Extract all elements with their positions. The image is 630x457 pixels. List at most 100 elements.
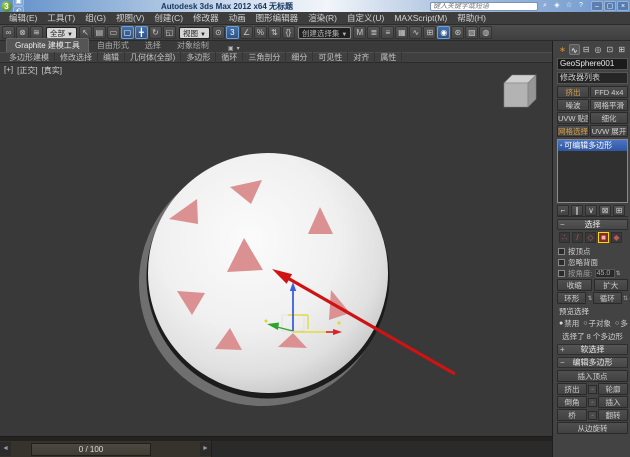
viewport-shading-label[interactable]: [真实] — [42, 65, 62, 76]
ribbon-panel-3[interactable]: 几何体(全部) — [125, 52, 181, 63]
bridge-button[interactable]: 桥 — [557, 409, 587, 421]
rollout-header-edit-polygons[interactable]: − 编辑多边形 — [557, 357, 628, 368]
rollout-header-selection[interactable]: − 选择 — [557, 219, 628, 230]
element-subobject-icon[interactable]: ◆ — [611, 232, 622, 243]
ribbon-tab-2[interactable]: 选择 — [137, 39, 169, 52]
ribbon-panel-1[interactable]: 修改选择 — [55, 52, 98, 63]
named-selection-sets-dropdown[interactable]: 创建选择集▼ — [298, 27, 351, 39]
menu-item-0[interactable]: 编辑(E) — [4, 12, 42, 24]
grow-button[interactable]: 扩大 — [594, 279, 629, 291]
stack-visibility-icon[interactable]: ▪ — [560, 143, 562, 149]
viewport-menu-plus[interactable]: [+] — [4, 65, 13, 76]
reference-coordinate-system-dropdown[interactable]: 视图▼ — [179, 27, 210, 39]
ring-button[interactable]: 环形 — [557, 292, 586, 304]
modifier-button-meshselect[interactable]: 网格选择 — [557, 125, 589, 137]
select-and-move[interactable]: ╋ — [135, 26, 148, 39]
make-unique-icon[interactable]: ∨ — [585, 205, 597, 216]
by-vertex-checkbox-row[interactable]: 按顶点 — [558, 246, 628, 257]
tab-modify-icon[interactable]: ∿ — [569, 44, 580, 55]
radio-multiple[interactable]: ○ 多个 — [615, 318, 628, 329]
search-icon[interactable]: ⌕ — [540, 1, 550, 11]
tab-utilities-icon[interactable]: ⊞ — [616, 44, 627, 55]
ribbon-tab-3[interactable]: 对象绘制 — [169, 39, 217, 52]
menu-item-5[interactable]: 修改器 — [188, 12, 224, 24]
loop-spinner[interactable]: ⇅ — [623, 295, 628, 302]
bevel-button[interactable]: 倒角 — [557, 396, 587, 408]
perspective-viewport[interactable]: [+] [正交] [真实] — [0, 63, 552, 436]
spinner-snap-toggle[interactable]: ⇅ — [268, 26, 281, 39]
material-editor[interactable]: ◉ — [437, 26, 450, 39]
edge-subobject-icon[interactable]: / — [572, 232, 583, 243]
modifier-stack-list[interactable]: ▪ 可编辑多边形 — [557, 139, 628, 203]
select-and-uniform-scale[interactable]: ◱ — [163, 26, 176, 39]
extrude-button[interactable]: 挤出 — [557, 383, 587, 395]
pin-stack-icon[interactable]: ⌐ — [557, 205, 569, 216]
window-crossing-toggle[interactable]: ▢ — [121, 26, 134, 39]
time-slider-handle[interactable]: 0 / 100 — [31, 443, 151, 456]
chevron-down-icon[interactable]: ▾ — [237, 45, 240, 52]
configure-modifier-sets-icon[interactable]: ⊞ — [613, 205, 625, 216]
align[interactable]: ≣ — [367, 26, 380, 39]
help-icon[interactable]: ? — [576, 1, 586, 11]
select-and-rotate[interactable]: ↻ — [149, 26, 162, 39]
ribbon-panel-9[interactable]: 对齐 — [348, 52, 375, 63]
radio-disable[interactable]: ● 禁用 — [559, 318, 579, 329]
modifier-button-unwrap-uvw[interactable]: UVW 展开 — [590, 125, 628, 137]
by-angle-checkbox[interactable] — [558, 270, 565, 277]
ribbon-minimize-icon[interactable]: ▣ — [228, 45, 234, 52]
object-name-field[interactable]: GeoSphere001 — [557, 58, 628, 70]
ring-spinner[interactable]: ⇅ — [587, 295, 592, 302]
polygon-subobject-icon[interactable]: ■ — [598, 232, 609, 243]
angle-snap-toggle[interactable]: ∠ — [240, 26, 253, 39]
previous-frame-button[interactable]: ◄ — [0, 442, 11, 456]
menu-item-2[interactable]: 组(G) — [80, 12, 111, 24]
modifier-button-uvw-map[interactable]: UVW 贴图 — [557, 112, 589, 124]
tab-display-icon[interactable]: ⊡ — [604, 44, 615, 55]
menu-item-9[interactable]: 自定义(U) — [342, 12, 389, 24]
modifier-button-noise[interactable]: 噪波 — [557, 99, 589, 111]
tab-create-icon[interactable]: ∗ — [557, 44, 568, 55]
modifier-button-ffd4x4[interactable]: FFD 4x4 — [590, 86, 628, 98]
modifier-button-meshsmooth[interactable]: 网格平滑 — [590, 99, 628, 111]
snaps-toggle-3d[interactable]: 3 — [226, 26, 239, 39]
menu-item-6[interactable]: 动画 — [224, 12, 251, 24]
use-pivot-point-center[interactable]: ⊙ — [212, 26, 225, 39]
inset-button[interactable]: 插入 — [598, 396, 628, 408]
search-input[interactable] — [430, 2, 538, 11]
modifier-list-dropdown[interactable]: 修改器列表 — [557, 72, 628, 84]
insert-vertex-button[interactable]: 插入顶点 — [557, 370, 628, 382]
menu-item-10[interactable]: MAXScript(M) — [389, 13, 452, 23]
by-angle-value-field[interactable]: 45.0 — [595, 269, 615, 278]
remove-modifier-icon[interactable]: ⊠ — [599, 205, 611, 216]
show-end-result-icon[interactable]: ∥ — [571, 205, 583, 216]
stack-item-editable-poly[interactable]: ▪ 可编辑多边形 — [558, 140, 627, 151]
shrink-button[interactable]: 收缩 — [557, 279, 592, 291]
by-angle-spinner[interactable]: ⇅ — [616, 270, 621, 277]
ribbon-panel-7[interactable]: 细分 — [286, 52, 313, 63]
ribbon-panel-5[interactable]: 循环 — [216, 52, 243, 63]
menu-item-1[interactable]: 工具(T) — [42, 12, 80, 24]
graphite-ribbon-toggle[interactable]: ▦ — [395, 26, 408, 39]
ignore-backfacing-checkbox[interactable] — [558, 259, 565, 266]
loop-button[interactable]: 循环 — [593, 292, 622, 304]
ribbon-panel-6[interactable]: 三角剖分 — [243, 52, 286, 63]
hinge-from-edge-button[interactable]: 从边旋转 — [557, 422, 628, 434]
ribbon-panel-8[interactable]: 可见性 — [313, 52, 348, 63]
rendered-frame-window[interactable]: ▧ — [465, 26, 478, 39]
modifier-button-extrude[interactable]: 挤出 — [557, 86, 589, 98]
percent-snap-toggle[interactable]: % — [254, 26, 267, 39]
ribbon-tab-0[interactable]: Graphite 建模工具 — [6, 38, 89, 52]
ribbon-panel-4[interactable]: 多边形 — [181, 52, 216, 63]
menu-item-7[interactable]: 图形编辑器 — [251, 12, 304, 24]
menu-item-8[interactable]: 渲染(R) — [303, 12, 342, 24]
ignore-backfacing-checkbox-row[interactable]: 忽略背面 — [558, 257, 628, 268]
favorites-star-icon[interactable]: ☆ — [564, 1, 574, 11]
by-angle-row[interactable]: 按角度: 45.0 ⇅ — [558, 268, 628, 279]
schematic-view[interactable]: ⊞ — [423, 26, 436, 39]
flip-button[interactable]: 翻转 — [598, 409, 628, 421]
bridge-settings-icon[interactable]: ▫ — [588, 411, 597, 420]
menu-item-4[interactable]: 创建(C) — [149, 12, 188, 24]
modifier-button-tessellate[interactable]: 细化 — [590, 112, 628, 124]
tab-hierarchy-icon[interactable]: ⊟ — [581, 44, 592, 55]
render-production[interactable]: ◍ — [479, 26, 492, 39]
